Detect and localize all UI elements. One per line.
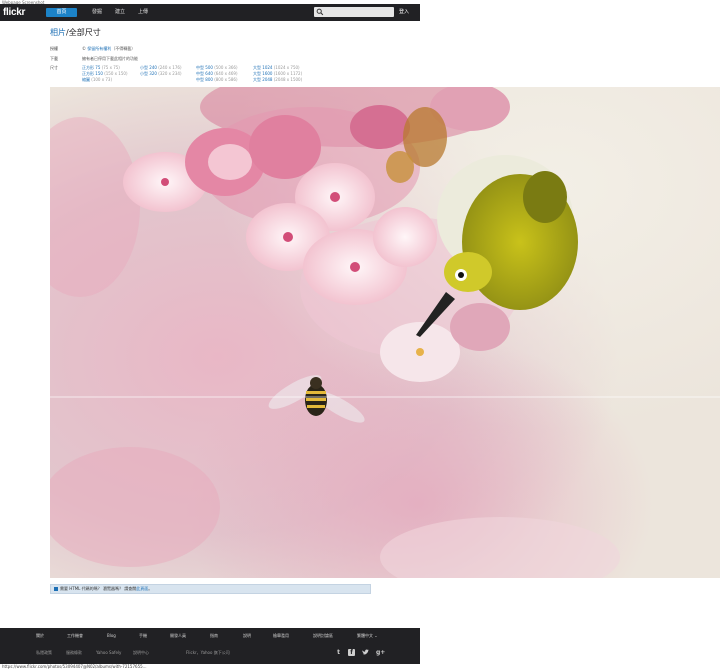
size-option-dimensions: (640 x 469) xyxy=(214,71,238,76)
size-option-code[interactable]: 500 xyxy=(205,65,213,70)
search-input[interactable] xyxy=(314,7,394,17)
info-icon xyxy=(54,587,58,591)
footer-link-about[interactable]: 關於 xyxy=(36,633,44,639)
size-option-name[interactable]: 大型 xyxy=(253,77,261,82)
search-icon[interactable] xyxy=(316,8,324,16)
photo-link[interactable]: 相片 xyxy=(50,28,66,37)
nav-upload[interactable]: 上傳 xyxy=(136,8,150,17)
size-option[interactable]: 中型 500 (500 x 366) xyxy=(196,65,238,70)
nav-home[interactable]: 首頁 xyxy=(46,8,77,17)
footer-link-help[interactable]: 說明 xyxy=(243,633,251,639)
download-label: 下載 xyxy=(50,56,58,61)
size-option[interactable]: 中型 640 (640 x 469) xyxy=(196,71,238,76)
license-link[interactable]: 保留所有權利 xyxy=(87,46,111,51)
footer-link-report-abuse[interactable]: 檢舉濫用 xyxy=(273,633,289,639)
size-option-name[interactable]: 中型 xyxy=(196,71,204,76)
size-option-dimensions: (500 x 366) xyxy=(214,65,238,70)
size-option-code[interactable]: 240 xyxy=(149,65,157,70)
size-option[interactable]: 大型 1024 (1024 x 750) xyxy=(253,65,300,70)
footer-link-jobs[interactable]: 工作機會 xyxy=(67,633,83,639)
facebook-icon[interactable]: f xyxy=(348,649,355,656)
embed-text: 需要 HTML 代碼的嗎？ 瀏覽器嗎？ 請查閱 xyxy=(60,586,137,591)
embed-notice: 需要 HTML 代碼的嗎？ 瀏覽器嗎？ 請查閱此頁面。 xyxy=(50,584,371,594)
sizes-label: 尺寸 xyxy=(50,65,58,70)
size-option-dimensions: (800 x 586) xyxy=(214,77,238,82)
size-option-dimensions: (150 x 150) xyxy=(104,71,128,76)
tumblr-icon[interactable]: t xyxy=(335,649,342,656)
top-navbar: flickr 首頁 發掘 建立 上傳 登入 xyxy=(0,4,420,21)
download-value: 擁有者已停用下載此相片的功能 xyxy=(82,56,138,61)
size-option[interactable]: 正方形 75 (75 x 75) xyxy=(82,65,120,70)
footer-link-terms[interactable]: 服務條款 xyxy=(66,650,82,656)
nav-create[interactable]: 建立 xyxy=(113,8,127,17)
size-option-name[interactable]: 中型 xyxy=(196,77,204,82)
license-note: （不得轉載） xyxy=(111,46,136,51)
size-option-name[interactable]: 大型 xyxy=(253,71,261,76)
size-option-dimensions: (1024 x 750) xyxy=(273,65,300,70)
nav-explore[interactable]: 發掘 xyxy=(90,8,104,17)
footer-link-guidelines[interactable]: 指南 xyxy=(210,633,218,639)
size-option-code[interactable]: 2048 xyxy=(262,77,272,82)
size-option[interactable]: 縮圖 (100 x 73) xyxy=(82,77,112,82)
license-value: © 保留所有權利（不得轉載） xyxy=(82,46,135,52)
size-option-dimensions: (75 x 75) xyxy=(101,65,120,70)
license-label: 授權 xyxy=(50,46,58,51)
footer: 關於 工作機會 Blog 手機 開發人員 指南 說明 檢舉濫用 說明討論區 繁體… xyxy=(0,628,420,664)
size-option[interactable]: 大型 1600 (1600 x 1172) xyxy=(253,71,302,76)
footer-link-help-forum[interactable]: 說明討論區 xyxy=(313,633,333,639)
footer-copyright: Flickr，Yahoo 旗下公司 xyxy=(186,650,230,655)
footer-link-help-center[interactable]: 說明中心 xyxy=(133,650,149,656)
login-link[interactable]: 登入 xyxy=(399,8,409,17)
footer-link-yahoo-safely[interactable]: Yahoo Safely xyxy=(96,650,121,656)
size-option[interactable]: 大型 2048 (2048 x 1500) xyxy=(253,77,302,82)
size-option[interactable]: 正方形 150 (150 x 150) xyxy=(82,71,128,76)
twitter-icon[interactable] xyxy=(362,649,369,656)
size-option-name[interactable]: 正方形 xyxy=(82,65,94,70)
google-plus-icon[interactable]: g+ xyxy=(376,649,385,656)
size-option-code[interactable]: 75 xyxy=(95,65,100,70)
size-option-name[interactable]: 小型 xyxy=(140,65,148,70)
size-option-code[interactable]: 320 xyxy=(149,71,157,76)
status-url: https://www.flickr.com/photos/53094407@N… xyxy=(2,664,147,669)
size-option-code[interactable]: 1600 xyxy=(262,71,272,76)
footer-link-developers[interactable]: 開發人員 xyxy=(170,633,186,639)
size-option-dimensions: (240 x 176) xyxy=(158,65,182,70)
size-option-name[interactable]: 中型 xyxy=(196,65,204,70)
size-option-code[interactable]: 1024 xyxy=(262,65,272,70)
size-option-dimensions: (100 x 73) xyxy=(91,77,113,82)
size-option-code[interactable]: 800 xyxy=(205,77,213,82)
size-option-name[interactable]: 小型 xyxy=(140,71,148,76)
footer-link-blog[interactable]: Blog xyxy=(107,633,116,639)
size-option[interactable]: 小型 240 (240 x 176) xyxy=(140,65,182,70)
title-rest: 全部尺寸 xyxy=(68,28,101,37)
size-option[interactable]: 中型 800 (800 x 586) xyxy=(196,77,238,82)
size-option-dimensions: (2048 x 1500) xyxy=(273,77,303,82)
size-option-name[interactable]: 正方形 xyxy=(82,71,94,76)
footer-link-privacy[interactable]: 私隱政策 xyxy=(36,650,52,656)
size-option-name[interactable]: 縮圖 xyxy=(82,77,90,82)
size-option-dimensions: (320 x 234) xyxy=(158,71,182,76)
embed-link[interactable]: 此頁面 xyxy=(136,586,148,591)
size-option-name[interactable]: 大型 xyxy=(253,65,261,70)
size-option[interactable]: 小型 320 (320 x 234) xyxy=(140,71,182,76)
embed-end: 。 xyxy=(148,586,153,591)
size-option-code[interactable]: 150 xyxy=(95,71,103,76)
language-selector[interactable]: 繁體中文 ⌄ xyxy=(357,633,378,639)
flickr-logo[interactable]: flickr xyxy=(3,7,25,18)
footer-link-mobile[interactable]: 手機 xyxy=(139,633,147,639)
page-title: 相片/全部尺寸 xyxy=(50,28,101,38)
size-option-dimensions: (1600 x 1172) xyxy=(273,71,303,76)
main-photo[interactable] xyxy=(50,87,720,578)
copyright-icon: © xyxy=(82,46,86,51)
photo-image xyxy=(50,87,720,578)
size-option-code[interactable]: 640 xyxy=(205,71,213,76)
